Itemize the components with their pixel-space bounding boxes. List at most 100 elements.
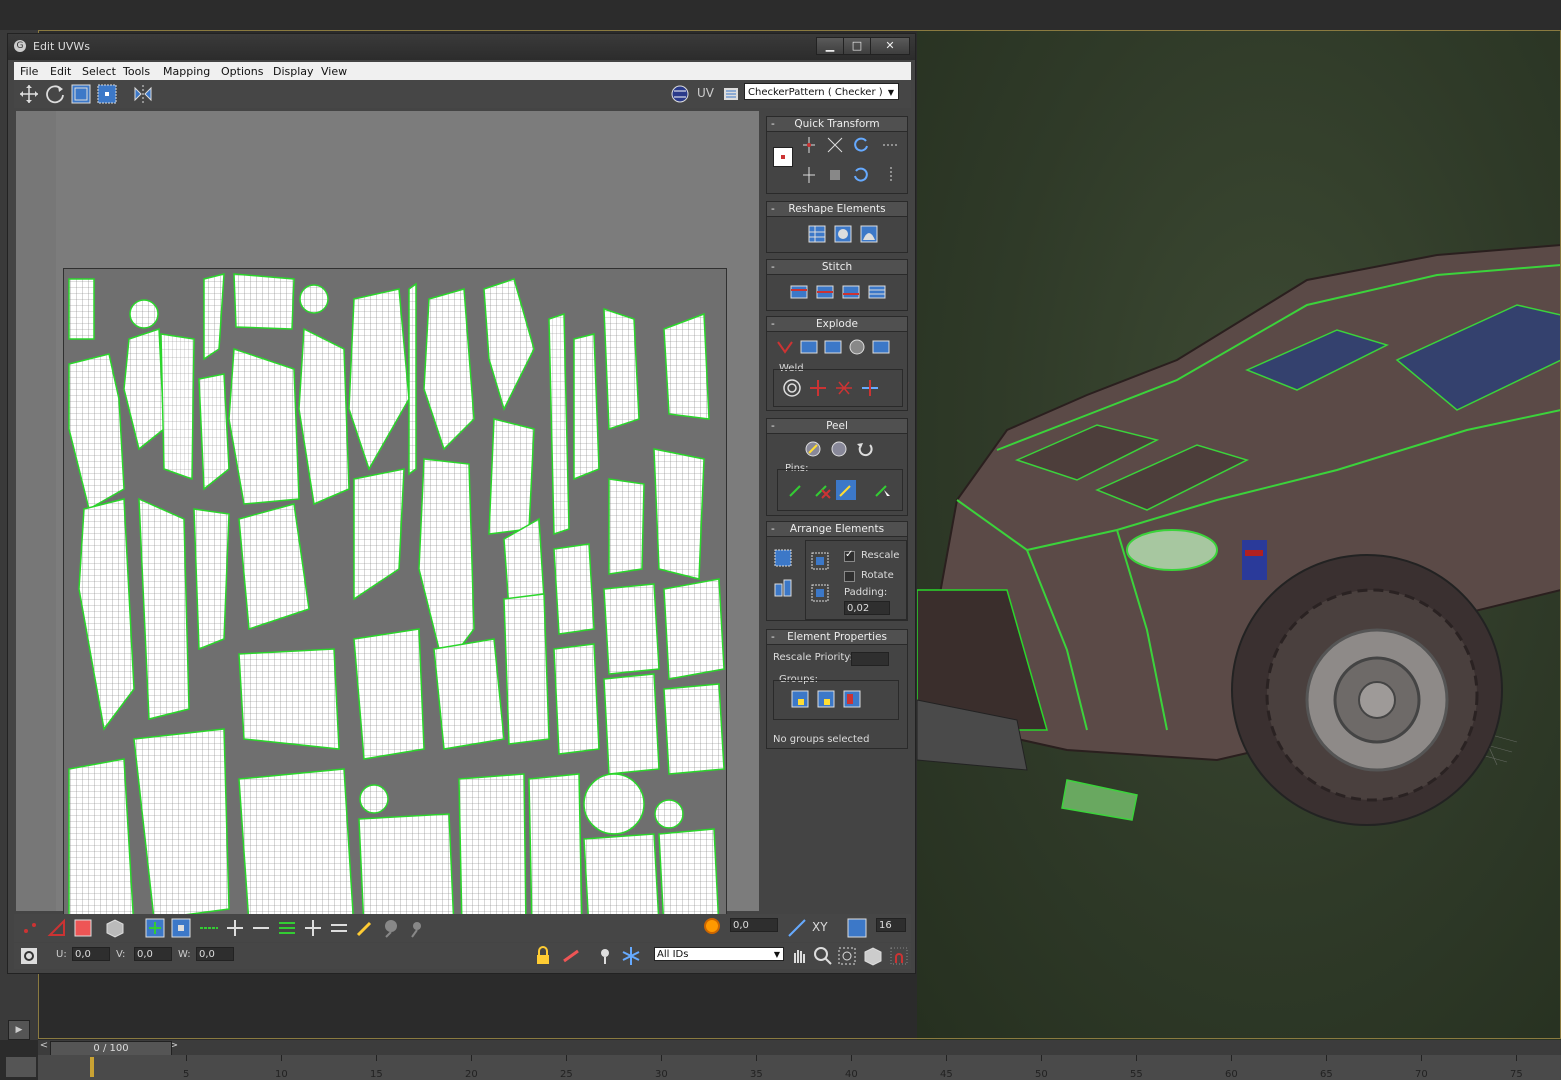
reshape-elements-header[interactable]: - Reshape Elements	[767, 202, 907, 217]
edge-distance-icon[interactable]	[846, 917, 868, 939]
relax-icon[interactable]	[833, 224, 853, 244]
space-vertical-icon[interactable]	[881, 165, 901, 185]
mirror-icon[interactable]	[132, 83, 154, 105]
select-group-icon[interactable]	[842, 689, 862, 709]
menu-options[interactable]: Options	[221, 65, 263, 78]
uv-editor-canvas[interactable]	[16, 111, 759, 932]
pan-icon[interactable]	[788, 945, 810, 967]
rotate-icon[interactable]	[44, 83, 66, 105]
weld-threshold-icon[interactable]	[860, 378, 880, 398]
auto-pin-icon[interactable]	[836, 480, 856, 500]
menu-edit[interactable]: Edit	[50, 65, 71, 78]
time-slider-track[interactable]: < >	[38, 1040, 1561, 1055]
element-properties-header[interactable]: - Element Properties	[767, 630, 907, 645]
shrink-selection-icon[interactable]	[170, 917, 192, 939]
split-by-smoothing-icon[interactable]	[823, 337, 843, 357]
absolute-mode-icon[interactable]	[18, 945, 40, 967]
stitch-to-target-icon[interactable]	[789, 282, 809, 302]
zoom-icon[interactable]	[812, 945, 834, 967]
pack-custom-icon[interactable]	[810, 551, 830, 571]
falloff-line-icon[interactable]	[786, 917, 808, 939]
ring-icon[interactable]	[276, 917, 298, 939]
weld-selected-icon[interactable]	[808, 378, 828, 398]
texture-map-dropdown[interactable]: CheckerPattern ( Checker ) ▼	[744, 83, 899, 100]
straighten-selection-icon[interactable]	[807, 224, 827, 244]
zoom-extents-icon[interactable]	[862, 945, 884, 967]
split-by-material-icon[interactable]	[847, 337, 867, 357]
soft-selection-icon[interactable]	[704, 918, 724, 938]
stitch-average-icon[interactable]	[815, 282, 835, 302]
edge-mode-icon[interactable]	[46, 917, 68, 939]
quick-transform-header[interactable]: - Quick Transform	[767, 117, 907, 132]
straighten-icon[interactable]	[825, 165, 845, 185]
rescale-checkbox[interactable]: ✓	[844, 549, 855, 562]
grow-selection-icon[interactable]	[144, 917, 166, 939]
rotate-checkbox[interactable]	[844, 571, 855, 582]
list-icon[interactable]	[720, 83, 742, 105]
time-slider[interactable]: 0 / 100	[50, 1041, 172, 1056]
align-diagonal-icon[interactable]	[825, 135, 845, 155]
paint-select-icon[interactable]	[354, 917, 376, 939]
minimize-button[interactable]: ▁	[816, 37, 844, 55]
grow-ring-icon[interactable]	[302, 917, 324, 939]
select-pins-icon[interactable]	[872, 480, 892, 500]
pack-normalize-icon[interactable]	[773, 548, 793, 568]
ungroup-selected-icon[interactable]	[816, 689, 836, 709]
pack-together-icon[interactable]	[773, 578, 793, 598]
menu-display[interactable]: Display	[273, 65, 314, 78]
menu-tools[interactable]: Tools	[123, 65, 150, 78]
title-bar[interactable]: G Edit UVWs ▁ □ ✕	[8, 34, 915, 60]
loop-icon[interactable]	[198, 917, 220, 939]
space-horizontal-icon[interactable]	[881, 135, 901, 155]
pack-recenter-icon[interactable]	[810, 583, 830, 603]
peel-header[interactable]: - Peel	[767, 419, 907, 434]
freeze-icon[interactable]	[620, 945, 642, 967]
explode-header[interactable]: - Explode	[767, 317, 907, 332]
peel-mode-icon[interactable]	[829, 439, 849, 459]
stitch-to-source-icon[interactable]	[841, 282, 861, 302]
element-mode-icon[interactable]	[104, 917, 126, 939]
break-icon[interactable]	[775, 337, 795, 357]
arrange-elements-header[interactable]: - Arrange Elements	[767, 522, 907, 537]
zoom-region-icon[interactable]	[836, 945, 858, 967]
split-by-edges-icon[interactable]	[871, 337, 891, 357]
perspective-viewport[interactable]	[917, 30, 1561, 1040]
target-weld-icon[interactable]	[782, 378, 802, 398]
vertex-mode-icon[interactable]	[20, 917, 42, 939]
material-id-dropdown[interactable]: All IDs ▼	[654, 947, 784, 961]
reset-peel-icon[interactable]	[855, 439, 875, 459]
flatten-icon[interactable]	[859, 224, 879, 244]
menu-select[interactable]: Select	[82, 65, 116, 78]
enlarge-brush-icon[interactable]	[380, 917, 402, 939]
freeform-icon[interactable]	[96, 83, 118, 105]
pivot-icon[interactable]	[773, 147, 793, 167]
shrink-loop-icon[interactable]	[250, 917, 272, 939]
u-field[interactable]: 0,0	[72, 947, 110, 961]
unpin-icon[interactable]	[812, 480, 832, 500]
scale-icon[interactable]	[70, 83, 92, 105]
quick-peel-icon[interactable]	[803, 439, 823, 459]
padding-spinner[interactable]: 0,02	[844, 601, 890, 615]
rescale-priority-spinner[interactable]	[851, 652, 889, 666]
checker-map-icon[interactable]	[669, 83, 691, 105]
polygon-mode-icon[interactable]	[72, 917, 94, 939]
hide-icon[interactable]	[560, 945, 582, 967]
xy-space-label[interactable]: XY	[812, 920, 828, 934]
shrink-ring-icon[interactable]	[328, 917, 350, 939]
edge-distance-spinner[interactable]: 16	[876, 918, 906, 932]
split-by-polygroup-icon[interactable]	[799, 337, 819, 357]
group-selected-icon[interactable]	[790, 689, 810, 709]
pin-icon[interactable]	[786, 480, 806, 500]
play-icon[interactable]: ▶	[8, 1020, 30, 1040]
bulb-icon[interactable]	[594, 945, 616, 967]
shrink-brush-icon[interactable]	[406, 917, 428, 939]
rotate-ccw-icon[interactable]	[851, 165, 871, 185]
track-bar-icon[interactable]	[6, 1057, 36, 1077]
weld-all-icon[interactable]	[834, 378, 854, 398]
w-field[interactable]: 0,0	[196, 947, 234, 961]
v-field[interactable]: 0,0	[134, 947, 172, 961]
soft-selection-spinner[interactable]: 0,0	[730, 918, 778, 932]
menu-mapping[interactable]: Mapping	[163, 65, 210, 78]
move-icon[interactable]	[18, 83, 40, 105]
menu-view[interactable]: View	[321, 65, 347, 78]
